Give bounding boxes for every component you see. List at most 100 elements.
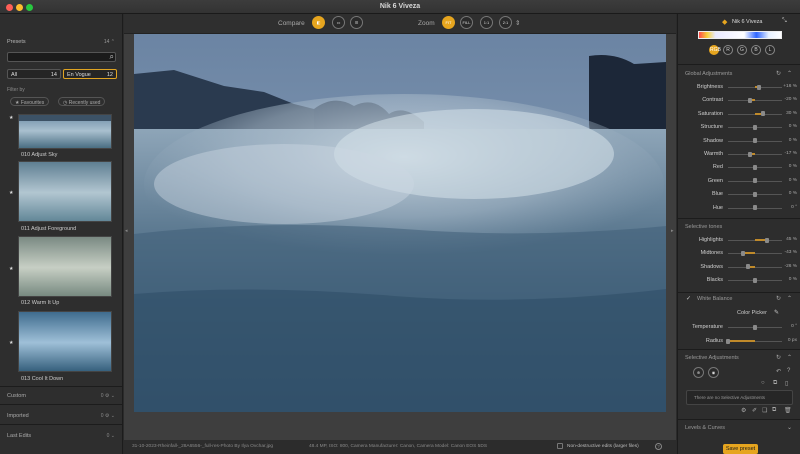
channel-l[interactable]: L	[765, 45, 775, 55]
slider-midtones[interactable]: Midtones -43 %	[678, 247, 800, 259]
slider-blacks[interactable]: Blacks 0 %	[678, 274, 800, 286]
reset-icon[interactable]: ↻	[776, 354, 781, 361]
help-icon[interactable]: ?	[655, 443, 662, 450]
filter-all[interactable]: All 14	[7, 69, 61, 79]
recently-used-filter[interactable]: ◷ Recently used	[58, 97, 106, 106]
slider-radius[interactable]: Radius 0 px	[678, 335, 800, 347]
imported-section[interactable]: Imported	[7, 413, 29, 419]
channel-g[interactable]: G	[737, 45, 747, 55]
compare-split-button[interactable]: ◧	[312, 16, 325, 29]
last-edits-section[interactable]: Last Edits	[7, 433, 31, 439]
slider-handle[interactable]	[753, 164, 757, 170]
imported-count[interactable]: 0 ⚙ ⌄	[101, 413, 115, 419]
favorite-star-icon[interactable]: ★	[9, 190, 13, 196]
delete-icon[interactable]: ▯	[785, 380, 788, 387]
slider-track[interactable]	[728, 253, 782, 255]
slider-handle[interactable]	[761, 111, 766, 117]
slider-shadow[interactable]: Shadow 0 %	[678, 135, 800, 147]
slider-brightness[interactable]: Brightness +16 %	[678, 81, 800, 93]
chevron-up-icon[interactable]: ⌃	[111, 39, 115, 45]
slider-track[interactable]	[728, 154, 782, 155]
slider-handle[interactable]	[753, 191, 757, 197]
zoom-fill-button[interactable]: FILL	[460, 16, 473, 29]
favorite-star-icon[interactable]: ★	[9, 340, 13, 346]
levels-curves-title[interactable]: Levels & Curves	[685, 425, 725, 431]
reset-icon[interactable]: ↻	[776, 295, 781, 302]
zoom-fit-button[interactable]: FIT	[442, 16, 455, 29]
copy-icon[interactable]: ⧉	[772, 407, 776, 414]
nondestructive-checkbox[interactable]	[557, 443, 563, 449]
collapse-icon[interactable]: ⤡	[782, 18, 787, 25]
custom-section[interactable]: Custom	[7, 393, 26, 399]
slider-shadows[interactable]: Shadows -26 %	[678, 261, 800, 273]
mask-button[interactable]: ◉	[708, 367, 719, 378]
zoom-stepper-icon[interactable]: ⇕	[515, 19, 520, 27]
preset-thumbnail[interactable]	[18, 161, 112, 222]
collapse-right-panel-icon[interactable]: ▸	[671, 228, 674, 234]
slider-structure[interactable]: Structure 0 %	[678, 121, 800, 133]
slider-green[interactable]: Green 0 %	[678, 175, 800, 187]
slider-handle[interactable]	[753, 178, 757, 184]
slider-red[interactable]: Red 0 %	[678, 161, 800, 173]
search-icon[interactable]: ⌕	[110, 52, 114, 62]
slider-handle[interactable]	[753, 205, 757, 211]
slider-handle[interactable]	[753, 124, 757, 130]
favorite-star-icon[interactable]: ★	[9, 266, 13, 272]
collapse-left-panel-icon[interactable]: ◂	[125, 228, 128, 234]
circle-icon[interactable]: ○	[761, 380, 765, 386]
save-preset-button[interactable]: Save preset	[723, 444, 758, 454]
slider-highlights[interactable]: Highlights 45 %	[678, 234, 800, 246]
help-icon[interactable]: ?	[787, 368, 790, 374]
slider-handle[interactable]	[726, 338, 730, 344]
duplicate-icon[interactable]: ⧉	[773, 380, 777, 387]
slider-saturation[interactable]: Saturation 30 %	[678, 108, 800, 120]
slider-temperature[interactable]: Temperature 0 °	[678, 321, 800, 333]
preset-search-input[interactable]: ⌕	[7, 52, 116, 62]
checkmark-icon[interactable]: ✓	[686, 295, 691, 302]
slider-track[interactable]	[728, 100, 782, 102]
gear-icon[interactable]: ⚙	[741, 407, 746, 414]
slider-handle[interactable]	[764, 237, 769, 243]
preset-thumbnail[interactable]	[18, 236, 112, 297]
trash-icon[interactable]: 🗑	[784, 407, 792, 414]
main-photo[interactable]	[134, 34, 666, 412]
channel-b[interactable]: B	[751, 45, 761, 55]
reset-icon[interactable]: ↻	[776, 70, 781, 77]
zoom-1-1-button[interactable]: 1:1	[480, 16, 493, 29]
undo-icon[interactable]: ↶	[776, 368, 781, 375]
favorite-star-icon[interactable]: ★	[9, 115, 13, 121]
slider-handle[interactable]	[745, 264, 750, 270]
custom-count[interactable]: 0 ⚙ ⌄	[101, 393, 115, 399]
filter-en-vogue[interactable]: En Vogue 12	[63, 69, 117, 79]
preset-thumbnail[interactable]	[18, 311, 112, 372]
last-edits-count[interactable]: 0 ⌄	[107, 433, 115, 439]
slider-handle[interactable]	[741, 250, 746, 256]
slider-blue[interactable]: Blue 0 %	[678, 188, 800, 200]
slider-contrast[interactable]: Contrast -20 %	[678, 94, 800, 106]
slider-handle[interactable]	[753, 324, 757, 330]
chevron-up-icon[interactable]: ⌃	[787, 70, 792, 77]
chevron-up-icon[interactable]: ⌃	[787, 295, 792, 302]
slider-track[interactable]	[728, 266, 782, 268]
slider-warmth[interactable]: Warmth -17 %	[678, 148, 800, 160]
eyedropper-icon[interactable]: ✎	[774, 309, 779, 316]
slider-handle[interactable]	[747, 97, 752, 103]
zoom-2-1-button[interactable]: 2:1	[499, 16, 512, 29]
channel-rgb[interactable]: RGB	[709, 45, 721, 55]
slider-handle[interactable]	[748, 151, 753, 157]
favourites-filter[interactable]: ★ Favourites	[10, 97, 50, 106]
slider-handle[interactable]	[753, 138, 757, 144]
slider-handle[interactable]	[753, 277, 757, 283]
channel-r[interactable]: R	[723, 45, 733, 55]
view-toolbar: Compare ◧ ▭ ☰ Zoom FIT FILL 1:1 2:1 ⇕	[124, 14, 676, 34]
control-point-button[interactable]: ⊕	[693, 367, 704, 378]
chevron-up-icon[interactable]: ⌃	[787, 354, 792, 361]
chevron-down-icon[interactable]: ⌄	[787, 424, 792, 431]
brush-icon[interactable]: ✐	[752, 407, 757, 414]
layers-icon[interactable]: ❏	[762, 407, 767, 414]
compare-stack-button[interactable]: ☰	[350, 16, 363, 29]
preset-thumbnail[interactable]	[18, 114, 112, 149]
slider-hue[interactable]: Hue 0 °	[678, 202, 800, 214]
slider-handle[interactable]	[757, 84, 762, 90]
compare-side-button[interactable]: ▭	[332, 16, 345, 29]
